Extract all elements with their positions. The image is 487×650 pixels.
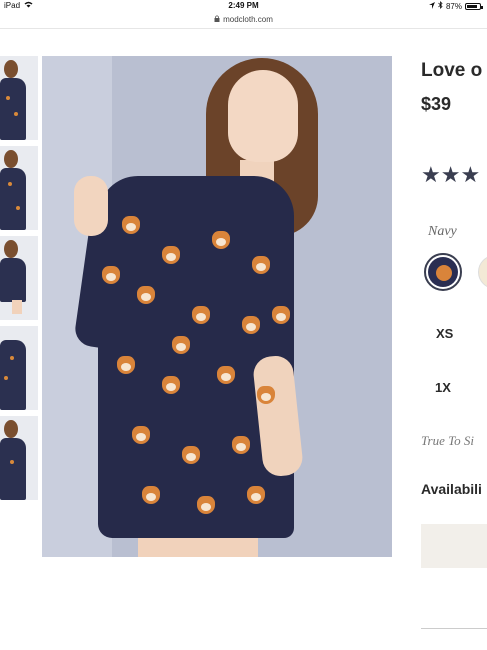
corgi-print bbox=[162, 246, 180, 264]
product-price: $39 bbox=[421, 94, 452, 114]
thumbnail-dress bbox=[0, 78, 26, 140]
product-info: Love o $39 ★★★ Navy XS 1X True To Si Ava… bbox=[421, 56, 487, 650]
thumbnail-4[interactable] bbox=[0, 326, 38, 410]
thumbnail-head bbox=[4, 150, 18, 168]
thumbnail-pattern bbox=[4, 376, 8, 380]
corgi-print bbox=[197, 496, 215, 514]
address-bar[interactable]: modcloth.com bbox=[0, 12, 487, 26]
battery-icon bbox=[465, 2, 483, 10]
toolbar-divider bbox=[0, 28, 487, 29]
corgi-print bbox=[272, 306, 290, 324]
model-hand bbox=[74, 176, 108, 236]
corgi-print bbox=[132, 426, 150, 444]
corgi-print bbox=[172, 336, 190, 354]
color-swatch-alt[interactable] bbox=[478, 255, 487, 289]
product-title: Love o bbox=[421, 60, 483, 81]
battery-fill bbox=[467, 4, 477, 8]
corgi-print bbox=[252, 256, 270, 274]
thumbnail-head bbox=[4, 420, 18, 438]
corgi-print bbox=[212, 231, 230, 249]
corgi-print bbox=[182, 446, 200, 464]
corgi-print bbox=[247, 486, 265, 504]
thumbnail-dress bbox=[0, 340, 26, 410]
corgi-print bbox=[257, 386, 275, 404]
lock-icon bbox=[214, 14, 220, 24]
thumbnail-dress bbox=[0, 258, 26, 302]
thumbnail-dress bbox=[0, 168, 26, 230]
thumbnail-head bbox=[4, 60, 18, 78]
corgi-print bbox=[217, 366, 235, 384]
corgi-print bbox=[137, 286, 155, 304]
thumbnail-dress bbox=[0, 438, 26, 500]
rating-stars[interactable]: ★★★ bbox=[421, 162, 480, 188]
corgi-print bbox=[162, 376, 180, 394]
corgi-print bbox=[192, 306, 210, 324]
corgi-print bbox=[122, 216, 140, 234]
thumbnail-pattern bbox=[6, 96, 10, 100]
section-divider bbox=[421, 628, 487, 629]
thumbnail-3[interactable] bbox=[0, 236, 38, 320]
url-text[interactable]: modcloth.com bbox=[223, 15, 273, 24]
location-icon bbox=[428, 1, 435, 11]
corgi-print bbox=[117, 356, 135, 374]
thumbnail-5[interactable] bbox=[0, 416, 38, 500]
thumbnail-pattern bbox=[16, 206, 20, 210]
battery-percent: 87% bbox=[445, 1, 462, 11]
thumbnail-2[interactable] bbox=[0, 146, 38, 230]
status-bar: iPad 2:49 PM 87% bbox=[0, 0, 487, 12]
swatch-corgi bbox=[436, 265, 452, 281]
thumbnail-pattern bbox=[14, 112, 18, 116]
bluetooth-icon bbox=[438, 1, 443, 11]
clock: 2:49 PM bbox=[228, 1, 259, 10]
thumbnail-head bbox=[4, 240, 18, 258]
add-to-bag-button[interactable] bbox=[421, 524, 487, 568]
corgi-print bbox=[242, 316, 260, 334]
thumbnail-1[interactable] bbox=[0, 56, 38, 140]
corgi-print bbox=[102, 266, 120, 284]
corgi-print bbox=[232, 436, 250, 454]
size-option-xs[interactable]: XS bbox=[436, 326, 453, 341]
swatch-image bbox=[428, 257, 458, 287]
thumbnail-pattern bbox=[10, 460, 14, 464]
fit-label: True To Si bbox=[421, 433, 474, 448]
corgi-print bbox=[142, 486, 160, 504]
color-label: Navy bbox=[428, 224, 457, 239]
size-option-1x[interactable]: 1X bbox=[435, 380, 451, 395]
thumbnail-legs bbox=[12, 300, 22, 314]
color-swatch-navy[interactable] bbox=[424, 253, 462, 291]
thumbnail-gallery bbox=[0, 56, 40, 506]
availability-label: Availabili bbox=[421, 481, 482, 497]
model-face bbox=[228, 70, 298, 162]
main-product-image[interactable] bbox=[42, 56, 392, 557]
thumbnail-pattern bbox=[8, 182, 12, 186]
thumbnail-pattern bbox=[10, 356, 14, 360]
